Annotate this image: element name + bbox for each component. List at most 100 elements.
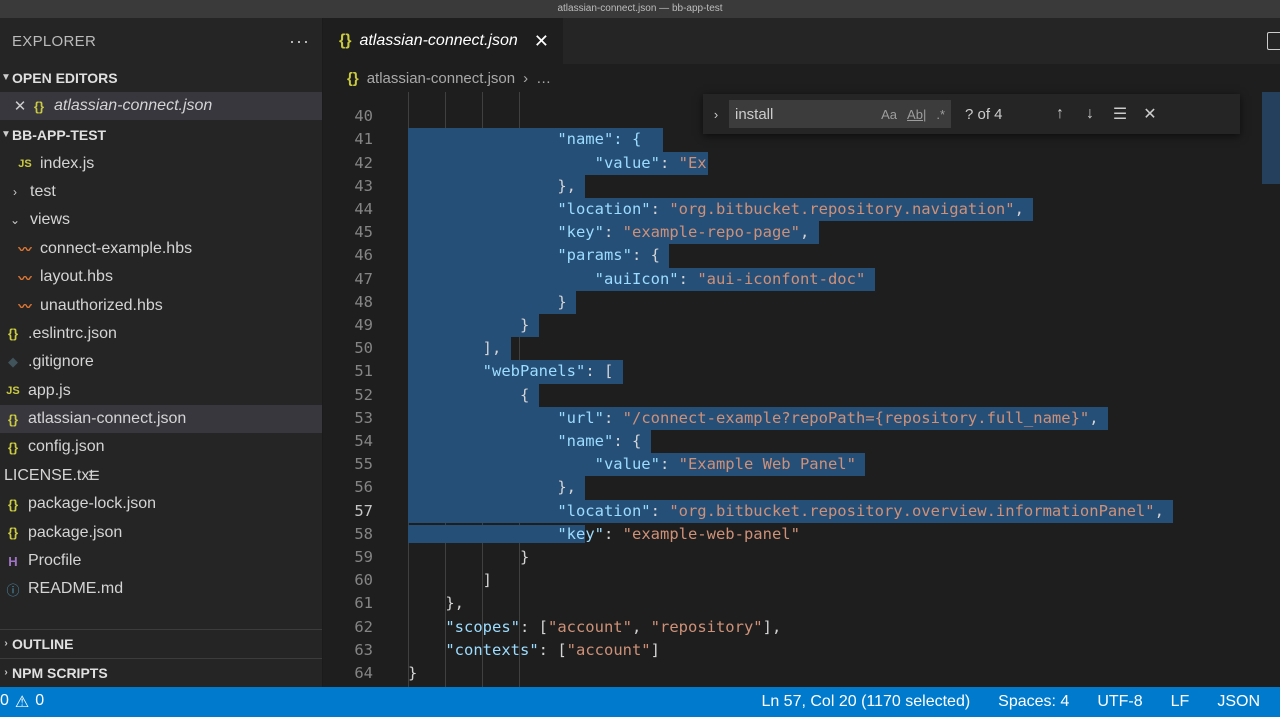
file-item-connect-example-hbs[interactable]: 〰 connect-example.hbs <box>0 235 322 263</box>
window-title: atlassian-connect.json — bb-app-test <box>0 0 1280 18</box>
line-number: 64 <box>354 664 373 682</box>
code-line: 57 "key": "example-web-panel" <box>323 476 1263 543</box>
file-name: atlassian-connect.json <box>28 410 187 428</box>
open-editors-section[interactable]: ▼ OPEN EDITORS <box>0 64 322 92</box>
file-name: index.js <box>40 154 95 172</box>
find-widget: › install Aa Ab| .* ? of 4 ↑ ↓ ☰ ✕ <box>703 94 1240 134</box>
tab-label: atlassian-connect.json <box>359 32 518 49</box>
find-in-selection-icon[interactable]: ☰ <box>1105 104 1135 124</box>
code-line: 56 "location": "org.bitbucket.repository… <box>323 453 1263 523</box>
match-case-icon[interactable]: Aa <box>881 107 897 122</box>
code-line: 61 "scopes": ["account", "repository"], <box>323 569 1263 635</box>
file-item-index-js[interactable]: JS index.js <box>0 149 322 177</box>
toggle-replace-chevron-icon[interactable]: › <box>703 107 729 122</box>
arrow-up-icon[interactable]: ↑ <box>1045 105 1075 123</box>
status-bar: 0 ⚠ 0 Ln 57, Col 20 (1170 selected) Spac… <box>0 687 1280 717</box>
explorer-sidebar: EXPLORER ··· ▼ OPEN EDITORS ✕ {} atlassi… <box>0 18 323 687</box>
js-file-icon: JS <box>6 384 20 397</box>
open-editor-item[interactable]: ✕ {} atlassian-connect.json <box>0 92 322 121</box>
code-line: 44 "key": "example-repo-page", <box>323 175 1263 245</box>
folder-item-views[interactable]: ⌄ views <box>0 206 322 234</box>
js-file-icon: JS <box>18 157 32 170</box>
file-name: unauthorized.hbs <box>40 296 163 314</box>
file-item-layout-hbs[interactable]: 〰 layout.hbs <box>0 263 322 291</box>
breadcrumb: {} atlassian-connect.json › … <box>323 64 1280 92</box>
regex-icon[interactable]: .* <box>936 107 945 122</box>
chevron-down-icon: ⌄ <box>9 213 21 228</box>
json-file-icon: {} <box>339 32 352 49</box>
handlebars-file-icon: 〰 <box>18 299 32 315</box>
ellipsis-icon[interactable]: ··· <box>289 31 310 52</box>
file-name: package.json <box>28 523 123 541</box>
close-icon[interactable]: ✕ <box>1135 104 1165 124</box>
indentation[interactable]: Spaces: 4 <box>998 693 1069 711</box>
file-item-license-txt[interactable]: ☰ LICENSE.txt <box>0 462 322 490</box>
close-icon[interactable]: ✕ <box>534 31 549 52</box>
file-name: connect-example.hbs <box>40 239 193 257</box>
code-line: 53 "name": { <box>323 384 1263 454</box>
project-label: BB-APP-TEST <box>12 127 107 144</box>
explorer-header: EXPLORER ··· <box>0 18 322 64</box>
info-icon: ⓘ <box>6 582 20 598</box>
tab-atlassian-connect-json[interactable]: {} atlassian-connect.json ✕ <box>323 18 563 64</box>
outline-section[interactable]: › OUTLINE <box>0 629 322 658</box>
outline-label: OUTLINE <box>12 636 74 652</box>
file-item-package-lock-json[interactable]: {} package-lock.json <box>0 490 322 518</box>
folder-item-test[interactable]: › test <box>0 178 322 206</box>
code-line: 55 }, <box>323 430 1263 500</box>
file-item-gitignore[interactable]: ◆ .gitignore <box>0 348 322 376</box>
language-mode[interactable]: JSON <box>1217 693 1260 711</box>
code-line: 52 "url": "/connect-example?repoPath={re… <box>323 360 1263 430</box>
file-item-config-json[interactable]: {} config.json <box>0 433 322 461</box>
open-editor-filename: atlassian-connect.json <box>54 97 213 115</box>
file-name: README.md <box>28 580 124 598</box>
npm-scripts-label: NPM SCRIPTS <box>12 665 108 681</box>
file-name: app.js <box>28 381 71 399</box>
chevron-right-icon: › <box>4 638 8 649</box>
code-line: 45 "params": { <box>323 198 1263 268</box>
file-name: .eslintrc.json <box>28 324 117 342</box>
file-item-atlassian-connect-json[interactable]: {} atlassian-connect.json <box>0 404 322 434</box>
close-icon[interactable]: ✕ <box>10 97 30 115</box>
file-item-eslintrc-json[interactable]: {} .eslintrc.json <box>0 320 322 348</box>
handlebars-file-icon: 〰 <box>18 242 32 258</box>
code-line: 46 "auiIcon": "aui-iconfont-doc" <box>323 221 1263 291</box>
code-editor[interactable]: 40 "name": { 41 "value": "Ex 42 }, 43 "l… <box>323 92 1280 687</box>
npm-scripts-section[interactable]: › NPM SCRIPTS <box>0 658 322 687</box>
minimap[interactable] <box>1262 92 1280 184</box>
code-line: 51 { <box>323 337 1263 407</box>
text-file-icon: ☰ <box>88 467 100 483</box>
code-line: 50 "webPanels": [ <box>323 314 1263 384</box>
file-item-package-json[interactable]: {} package.json <box>0 518 322 546</box>
file-item-app-js[interactable]: JS app.js <box>0 377 322 405</box>
end-of-line[interactable]: LF <box>1171 693 1190 711</box>
breadcrumb-file[interactable]: atlassian-connect.json <box>367 70 515 87</box>
handlebars-file-icon: 〰 <box>18 270 32 286</box>
file-item-readme-md[interactable]: ⓘ README.md <box>0 575 322 603</box>
code-line: 62 "contexts": ["account"] <box>323 592 1263 659</box>
find-input[interactable]: install Aa Ab| .* <box>729 100 951 128</box>
chevron-down-icon: ▼ <box>1 72 11 83</box>
problems-indicator[interactable]: 0 ⚠ 0 <box>0 692 44 712</box>
file-name: config.json <box>28 438 105 456</box>
cursor-position[interactable]: Ln 57, Col 20 (1170 selected) <box>761 693 970 711</box>
split-editor-icon[interactable] <box>1267 32 1280 50</box>
whole-word-icon[interactable]: Ab| <box>907 107 926 122</box>
code-line: 59 ] <box>323 523 1263 589</box>
project-section[interactable]: ▼ BB-APP-TEST <box>0 121 322 149</box>
breadcrumb-more[interactable]: … <box>536 70 551 87</box>
file-name: package-lock.json <box>28 495 157 513</box>
find-query: install <box>735 105 774 123</box>
file-item-unauthorized-hbs[interactable]: 〰 unauthorized.hbs <box>0 291 322 319</box>
code-line: 48 } <box>323 268 1263 338</box>
json-file-icon: {} <box>7 496 19 512</box>
file-name: .gitignore <box>28 353 94 371</box>
encoding[interactable]: UTF-8 <box>1097 693 1142 711</box>
arrow-down-icon[interactable]: ↓ <box>1075 105 1105 123</box>
code-line: 58 } <box>323 500 1263 566</box>
code-line: 47 } <box>323 244 1263 314</box>
open-editors-label: OPEN EDITORS <box>12 70 118 86</box>
editor-tab-bar: {} atlassian-connect.json ✕ <box>323 18 1280 64</box>
code-line: 49 ], <box>323 291 1263 361</box>
file-item-procfile[interactable]: H Procfile <box>0 547 322 575</box>
